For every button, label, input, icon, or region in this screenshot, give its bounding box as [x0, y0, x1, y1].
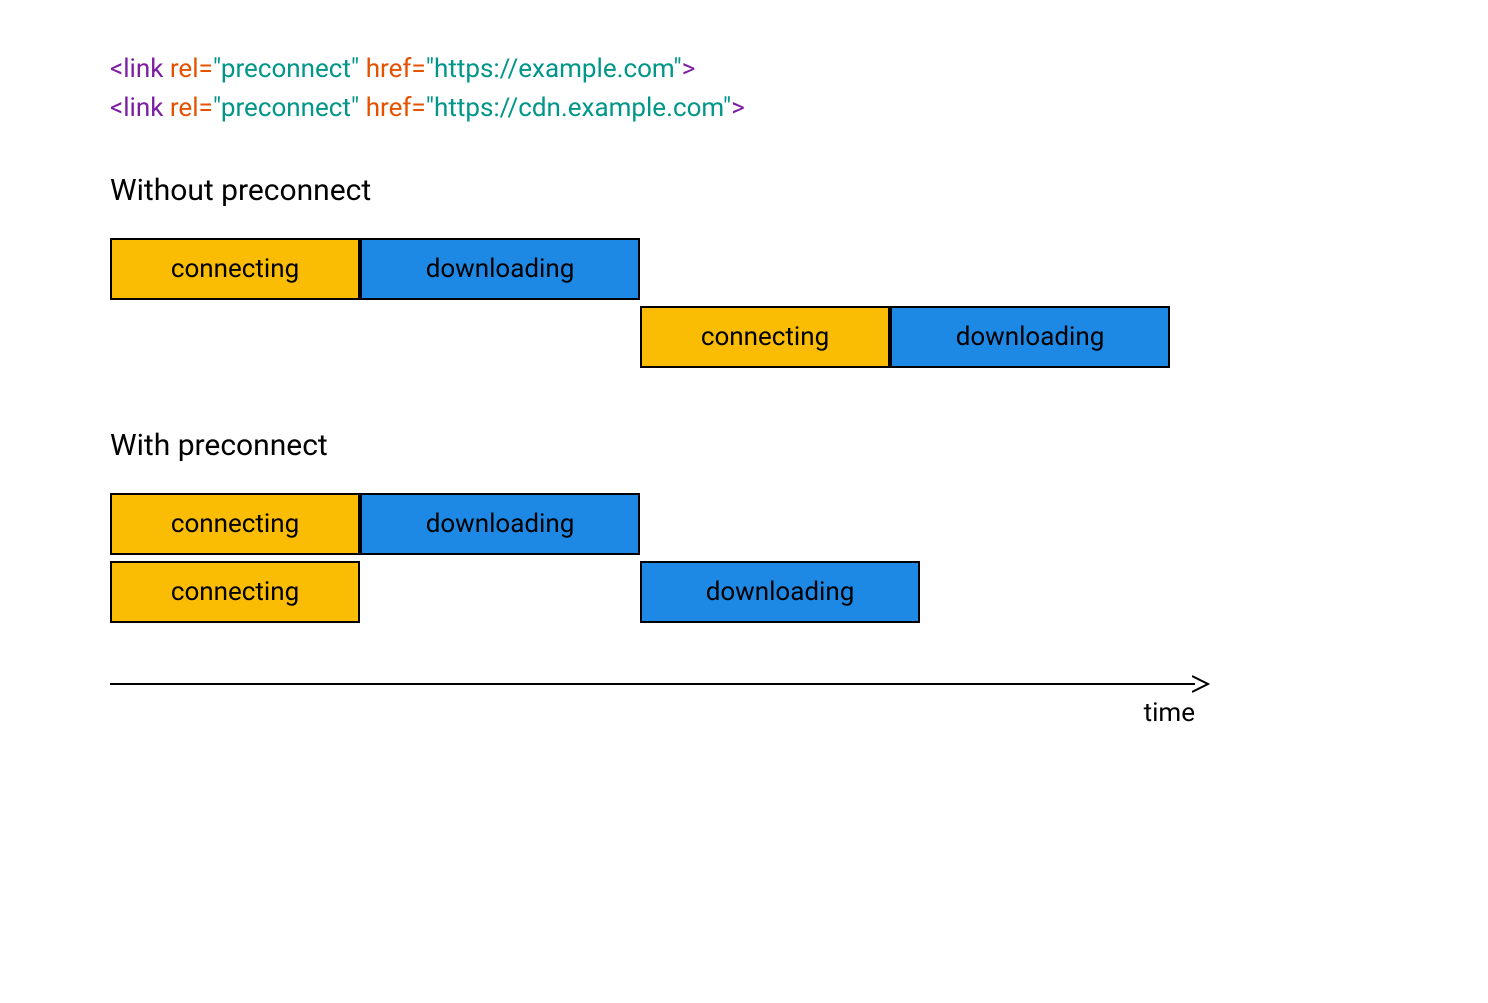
code-attr-value: "https://cdn.example.com" — [426, 93, 732, 123]
timeline-row: connecting downloading — [110, 493, 1190, 555]
code-tag: <link — [110, 93, 170, 123]
code-line-2: <link rel="preconnect" href="https://cdn… — [110, 89, 1378, 128]
arrow-right-icon — [1192, 675, 1210, 693]
code-attr-name: rel= — [170, 93, 213, 123]
code-attr-name: href= — [366, 93, 426, 123]
code-tag: > — [731, 93, 745, 123]
bar-connecting: connecting — [640, 306, 890, 368]
code-tag: > — [682, 54, 696, 84]
axis-label: time — [1144, 698, 1195, 728]
timeline-with: connecting downloading connecting downlo… — [110, 493, 1190, 623]
bar-connecting: connecting — [110, 238, 360, 300]
timeline-without: connecting downloading connecting downlo… — [110, 238, 1190, 368]
bar-downloading: downloading — [360, 238, 640, 300]
bar-downloading: downloading — [360, 493, 640, 555]
bar-connecting: connecting — [110, 493, 360, 555]
axis-line — [110, 683, 1195, 685]
section-without-preconnect: Without preconnect connecting downloadin… — [110, 173, 1378, 368]
section-with-preconnect: With preconnect connecting downloading c… — [110, 428, 1378, 623]
code-attr-value: "preconnect" — [213, 93, 366, 123]
code-tag: <link — [110, 54, 170, 84]
timeline-row: connecting downloading — [110, 238, 1190, 300]
bar-downloading: downloading — [640, 561, 920, 623]
code-attr-name: href= — [366, 54, 426, 84]
bar-downloading: downloading — [890, 306, 1170, 368]
code-line-1: <link rel="preconnect" href="https://exa… — [110, 50, 1378, 89]
code-snippet: <link rel="preconnect" href="https://exa… — [110, 50, 1378, 128]
bar-connecting: connecting — [110, 561, 360, 623]
code-attr-name: rel= — [170, 54, 213, 84]
timeline-row: connecting downloading — [110, 561, 1190, 623]
heading-with: With preconnect — [110, 428, 1378, 463]
time-axis: time — [110, 683, 1210, 685]
code-attr-value: "https://example.com" — [426, 54, 682, 84]
heading-without: Without preconnect — [110, 173, 1378, 208]
code-attr-value: "preconnect" — [213, 54, 366, 84]
timeline-row: connecting downloading — [110, 306, 1190, 368]
